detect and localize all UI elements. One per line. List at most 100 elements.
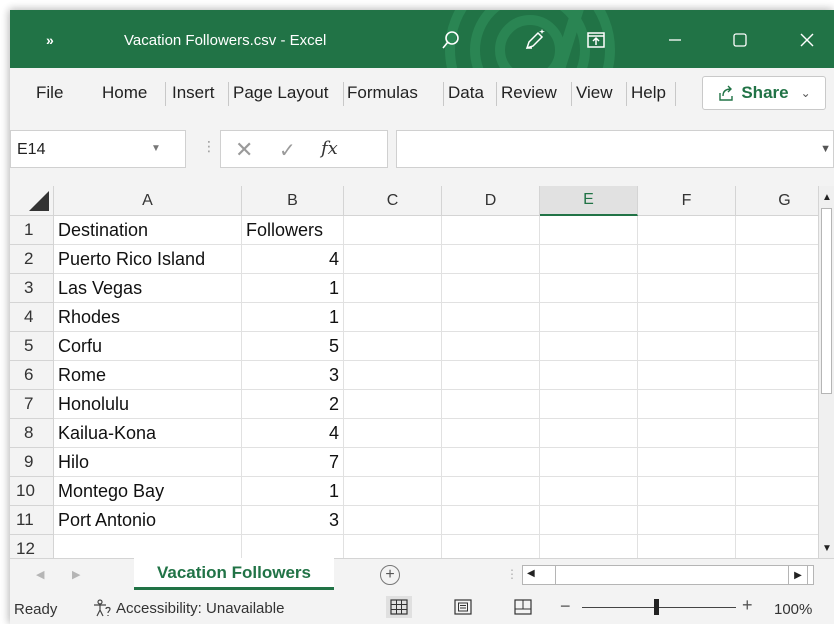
expand-formula-bar-icon[interactable]: ▼ xyxy=(820,143,831,155)
cell-e12[interactable] xyxy=(540,535,638,558)
cell-g5[interactable] xyxy=(736,332,818,361)
search-icon[interactable] xyxy=(438,27,464,53)
cell-e5[interactable] xyxy=(540,332,638,361)
cell-d10[interactable] xyxy=(442,477,540,506)
cell-c10[interactable] xyxy=(344,477,442,506)
cell-e2[interactable] xyxy=(540,245,638,274)
cell-b11[interactable]: 3 xyxy=(242,506,344,535)
cell-c7[interactable] xyxy=(344,390,442,419)
cell-a12[interactable] xyxy=(54,535,242,558)
row-header[interactable]: 3 xyxy=(10,274,54,303)
row-header[interactable]: 10 xyxy=(10,477,54,506)
menu-file[interactable]: File xyxy=(36,83,63,103)
cell-e3[interactable] xyxy=(540,274,638,303)
page-layout-view-icon[interactable] xyxy=(450,596,476,618)
cell-c9[interactable] xyxy=(344,448,442,477)
cell-d8[interactable] xyxy=(442,419,540,448)
cell-b7[interactable]: 2 xyxy=(242,390,344,419)
cell-b9[interactable]: 7 xyxy=(242,448,344,477)
column-header-g[interactable]: G xyxy=(736,186,818,216)
cell-g10[interactable] xyxy=(736,477,818,506)
minimize-icon[interactable] xyxy=(662,27,688,53)
share-button[interactable]: Share ⌄ xyxy=(702,76,826,110)
cell-c12[interactable] xyxy=(344,535,442,558)
menu-data[interactable]: Data xyxy=(448,83,484,103)
cell-a11[interactable]: Port Antonio xyxy=(54,506,242,535)
cancel-icon[interactable]: ✕ xyxy=(235,137,253,163)
cell-e6[interactable] xyxy=(540,361,638,390)
row-header[interactable]: 4 xyxy=(10,303,54,332)
row-header[interactable]: 7 xyxy=(10,390,54,419)
cell-f12[interactable] xyxy=(638,535,736,558)
cell-f9[interactable] xyxy=(638,448,736,477)
cell-f4[interactable] xyxy=(638,303,736,332)
cell-f1[interactable] xyxy=(638,216,736,245)
cell-g1[interactable] xyxy=(736,216,818,245)
cell-c11[interactable] xyxy=(344,506,442,535)
cell-f10[interactable] xyxy=(638,477,736,506)
menu-page-layout[interactable]: Page Layout xyxy=(233,83,328,103)
next-sheet-icon[interactable]: ▶ xyxy=(72,568,80,581)
cell-f5[interactable] xyxy=(638,332,736,361)
row-header[interactable]: 8 xyxy=(10,419,54,448)
cell-e9[interactable] xyxy=(540,448,638,477)
cell-g12[interactable] xyxy=(736,535,818,558)
cell-f3[interactable] xyxy=(638,274,736,303)
spreadsheet-grid[interactable]: A B C D E F G 1 Destination Followers 2 Puerto Rico… xyxy=(10,186,818,558)
column-header-b[interactable]: B xyxy=(242,186,344,216)
name-box-dropdown-icon[interactable]: ▼ xyxy=(151,143,161,154)
cell-d1[interactable] xyxy=(442,216,540,245)
zoom-slider-track[interactable] xyxy=(582,607,736,608)
cell-a2[interactable]: Puerto Rico Island xyxy=(54,245,242,274)
row-header[interactable]: 11 xyxy=(10,506,54,535)
cell-d5[interactable] xyxy=(442,332,540,361)
cell-f7[interactable] xyxy=(638,390,736,419)
row-header[interactable]: 1 xyxy=(10,216,54,245)
cell-d7[interactable] xyxy=(442,390,540,419)
cell-c4[interactable] xyxy=(344,303,442,332)
cell-a6[interactable]: Rome xyxy=(54,361,242,390)
cell-c6[interactable] xyxy=(344,361,442,390)
menu-insert[interactable]: Insert xyxy=(172,83,215,103)
pen-sparkle-icon[interactable] xyxy=(522,27,548,53)
insert-function-button[interactable]: fx xyxy=(321,138,338,159)
cell-b1[interactable]: Followers xyxy=(242,216,344,245)
scroll-up-icon[interactable]: ▲ xyxy=(822,192,832,203)
cell-b5[interactable]: 5 xyxy=(242,332,344,361)
cell-b2[interactable]: 4 xyxy=(242,245,344,274)
cell-e8[interactable] xyxy=(540,419,638,448)
horizontal-scrollbar[interactable]: ◀ xyxy=(522,565,814,585)
scroll-right-icon[interactable]: ▶ xyxy=(788,565,808,585)
horizontal-scroll-thumb[interactable] xyxy=(555,566,556,584)
vertical-scrollbar[interactable]: ▲ ▼ xyxy=(818,186,834,558)
cell-f11[interactable] xyxy=(638,506,736,535)
cell-c8[interactable] xyxy=(344,419,442,448)
cell-e10[interactable] xyxy=(540,477,638,506)
quick-access-chevron-icon[interactable]: » xyxy=(46,32,54,48)
cell-a8[interactable]: Kailua-Kona xyxy=(54,419,242,448)
row-header[interactable]: 12 xyxy=(10,535,54,558)
row-header[interactable]: 6 xyxy=(10,361,54,390)
tabs-resize-handle[interactable]: ⋮ xyxy=(506,567,518,581)
cell-c2[interactable] xyxy=(344,245,442,274)
cell-d9[interactable] xyxy=(442,448,540,477)
cell-d4[interactable] xyxy=(442,303,540,332)
select-all-button[interactable] xyxy=(10,186,54,216)
scroll-left-icon[interactable]: ◀ xyxy=(527,568,535,579)
cell-g9[interactable] xyxy=(736,448,818,477)
cell-b3[interactable]: 1 xyxy=(242,274,344,303)
cell-d2[interactable] xyxy=(442,245,540,274)
cell-g4[interactable] xyxy=(736,303,818,332)
menu-help[interactable]: Help xyxy=(631,83,666,103)
ribbon-display-icon[interactable] xyxy=(583,27,609,53)
cell-f8[interactable] xyxy=(638,419,736,448)
cell-a5[interactable]: Corfu xyxy=(54,332,242,361)
cell-e4[interactable] xyxy=(540,303,638,332)
cell-a10[interactable]: Montego Bay xyxy=(54,477,242,506)
row-header[interactable]: 5 xyxy=(10,332,54,361)
zoom-in-icon[interactable]: + xyxy=(742,595,753,616)
name-box[interactable]: E14 ▼ xyxy=(10,130,186,168)
cell-g7[interactable] xyxy=(736,390,818,419)
cell-b8[interactable]: 4 xyxy=(242,419,344,448)
column-header-f[interactable]: F xyxy=(638,186,736,216)
